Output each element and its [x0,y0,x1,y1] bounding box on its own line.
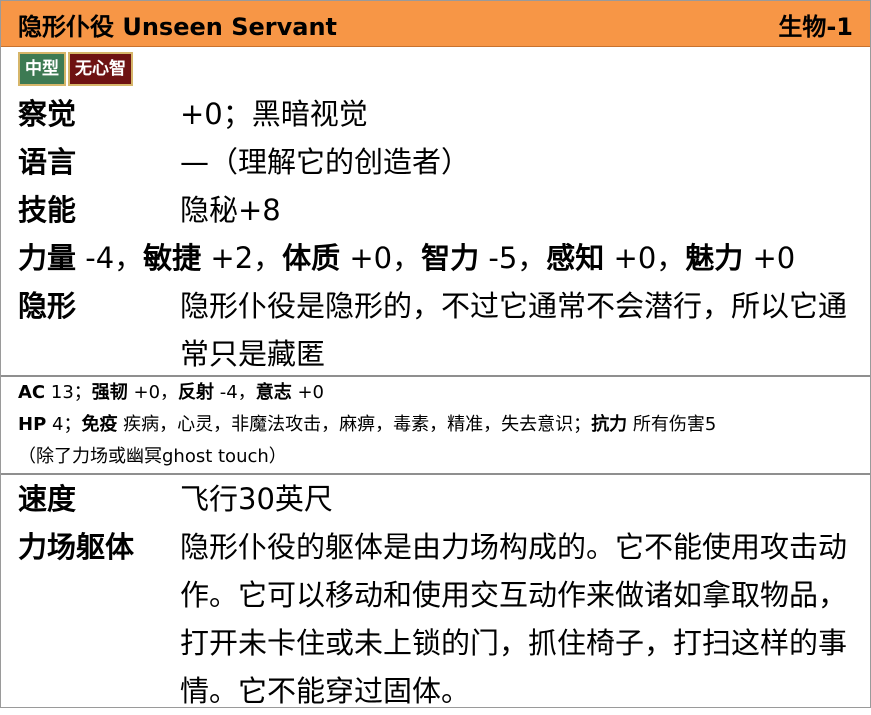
force-body-label: 力场躯体 [18,530,135,564]
skills-row: 技能 隐秘+8 [18,186,281,234]
speed-row: 速度 飞行30英尺 [18,475,333,523]
perception-row: 察觉 +0；黑暗视觉 [18,90,368,138]
speed-label: 速度 [18,482,77,516]
creature-name: 隐形仆役 Unseen Servant [18,13,338,41]
will-label: 意志 [255,382,292,403]
skills-label: 技能 [18,193,77,227]
will-value: +0 [291,382,324,403]
speed-value: 飞行30英尺 [180,482,333,516]
wis-value: +0， [604,241,686,275]
immunities-value: 疾病，心灵，非魔法攻击，麻痹，毒素，精准，失去意识； [117,414,592,435]
creature-level: 生物-1 [778,13,853,41]
dex-value: +2， [201,241,283,275]
str-value: -4， [76,241,144,275]
ability-scores-row: 力量 -4，敏捷 +2，体质 +0，智力 -5，感知 +0，魅力 +0 [18,234,795,282]
str-label: 力量 [18,241,77,275]
section-divider [1,375,870,377]
ac-value: 13； [45,382,92,403]
ref-label: 反射 [178,382,215,403]
languages-label: 语言 [18,145,77,179]
invisible-value: 隐形仆役是隐形的，不过它通常不会潜行，所以它通常只是藏匿 [180,289,848,371]
wis-label: 感知 [546,241,605,275]
invisible-label: 隐形 [18,289,77,323]
hp-label: HP [18,414,47,435]
force-body-row: 力场躯体 隐形仆役的躯体是由力场构成的。它不能使用攻击动作。它可以移动和使用交互动… [18,523,858,715]
perception-value: +0；黑暗视觉 [180,97,368,131]
dex-label: 敏捷 [143,241,202,275]
resistances-label: 抗力 [591,414,628,435]
immunities-label: 免疫 [81,414,118,435]
con-value: +0， [340,241,422,275]
trait-list: 中型 无心智 [18,52,133,86]
fort-value: +0， [127,382,179,403]
ac-label: AC [18,382,46,403]
trait-size-badge: 中型 [18,52,66,86]
trait-mindless-badge: 无心智 [68,52,133,86]
resistance-note: （除了力场或幽冥ghost touch） [18,446,287,467]
force-body-value: 隐形仆役的躯体是由力场构成的。它不能使用攻击动作。它可以移动和使用交互动作来做诸… [180,530,848,708]
stat-block-card: 隐形仆役 Unseen Servant 生物-1 中型 无心智 察觉 +0；黑暗视… [0,0,871,708]
invisible-row: 隐形 隐形仆役是隐形的，不过它通常不会潜行，所以它通常只是藏匿 [18,282,858,378]
int-value: -5， [479,241,547,275]
fort-label: 强韧 [91,382,128,403]
hp-row: HP 4；免疫 疾病，心灵，非魔法攻击，麻痹，毒素，精准，失去意识；抗力 所有伤… [18,410,716,439]
resistance-note-row: （除了力场或幽冥ghost touch） [18,442,287,471]
cha-label: 魅力 [685,241,744,275]
ref-value: -4， [214,382,256,403]
cha-value: +0 [743,241,796,275]
resistances-value: 所有伤害5 [627,414,717,435]
perception-label: 察觉 [18,97,77,131]
languages-value: —（理解它的创造者） [180,145,471,179]
con-label: 体质 [282,241,341,275]
defense-row: AC 13；强韧 +0，反射 -4，意志 +0 [18,378,324,407]
skills-value: 隐秘+8 [180,193,281,227]
stat-block-header: 隐形仆役 Unseen Servant 生物-1 [1,1,870,47]
hp-value: 4； [46,414,82,435]
languages-row: 语言 —（理解它的创造者） [18,138,470,186]
int-label: 智力 [421,241,480,275]
